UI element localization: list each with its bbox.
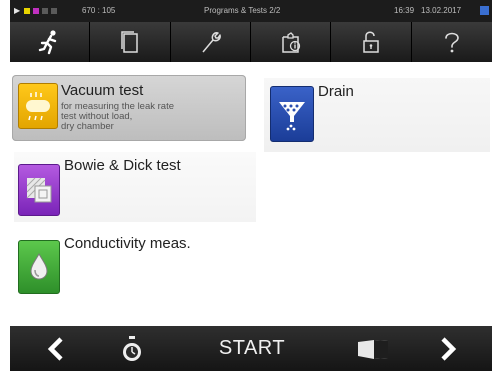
padlock-icon [363, 31, 379, 53]
status-indicator-magenta [33, 8, 39, 14]
flag-icon [480, 6, 489, 15]
start-button[interactable]: START [162, 326, 342, 371]
program-drain[interactable]: Drain [264, 78, 490, 152]
bottom-action-bar: START [10, 326, 492, 371]
tab-documents[interactable] [90, 22, 171, 62]
chevron-left-icon [47, 336, 63, 361]
vacuum-test-description: for measuring the leak rate test without… [61, 102, 174, 132]
conductivity-text: Conductivity meas. [60, 236, 191, 296]
help-icon [444, 32, 459, 53]
bowie-dick-icon [18, 164, 60, 216]
bowie-dick-text: Bowie & Dick test [60, 158, 181, 216]
runner-icon [38, 30, 56, 55]
program-conductivity-measurement[interactable]: Conductivity meas. [14, 232, 256, 300]
device-screen: ▶ 670 : 105 Programs & Tests 2/2 16:39 1… [10, 0, 492, 371]
program-list: Vacuum test for measuring the leak rate … [10, 62, 492, 326]
status-indicator-grey [42, 8, 48, 14]
drain-title: Drain [318, 83, 354, 100]
status-date: 13.02.2017 [421, 6, 462, 15]
vacuum-test-text: Vacuum test for measuring the leak rate … [58, 83, 174, 133]
vacuum-test-title: Vacuum test [61, 82, 144, 99]
status-indicator-grey [51, 8, 57, 14]
main-tab-bar [10, 22, 492, 62]
program-vacuum-test[interactable]: Vacuum test for measuring the leak rate … [12, 75, 246, 141]
program-bowie-dick-test[interactable]: Bowie & Dick test [14, 152, 256, 222]
tab-lock[interactable] [331, 22, 412, 62]
drain-icon [270, 86, 314, 142]
conductivity-title: Conductivity meas. [64, 235, 191, 252]
status-indicator-yellow [24, 8, 30, 14]
tab-help[interactable] [412, 22, 492, 62]
status-value: 670 : 105 [82, 6, 116, 15]
tab-setup[interactable] [171, 22, 251, 62]
door-button[interactable] [342, 326, 404, 371]
document-icon [121, 31, 138, 53]
conductivity-icon [18, 240, 60, 294]
tab-info[interactable] [251, 22, 332, 62]
status-bar: ▶ 670 : 105 Programs & Tests 2/2 16:39 1… [10, 0, 492, 22]
clipboard-info-icon [281, 32, 300, 53]
door-icon [358, 339, 388, 359]
timer-button[interactable] [102, 326, 162, 371]
drain-text: Drain [314, 84, 354, 146]
description-line: dry chamber [61, 121, 114, 132]
chevron-right-icon [441, 336, 457, 361]
back-button[interactable] [10, 326, 102, 371]
vacuum-test-icon [18, 83, 58, 129]
status-time: 16:39 [394, 6, 415, 15]
forward-button[interactable] [404, 326, 492, 371]
tab-programs[interactable] [10, 22, 91, 62]
stopwatch-icon [123, 335, 141, 361]
play-icon: ▶ [14, 6, 21, 15]
bowie-dick-title: Bowie & Dick test [64, 157, 181, 174]
screen-title: Programs & Tests 2/2 [204, 6, 281, 15]
wrench-icon [202, 32, 222, 53]
